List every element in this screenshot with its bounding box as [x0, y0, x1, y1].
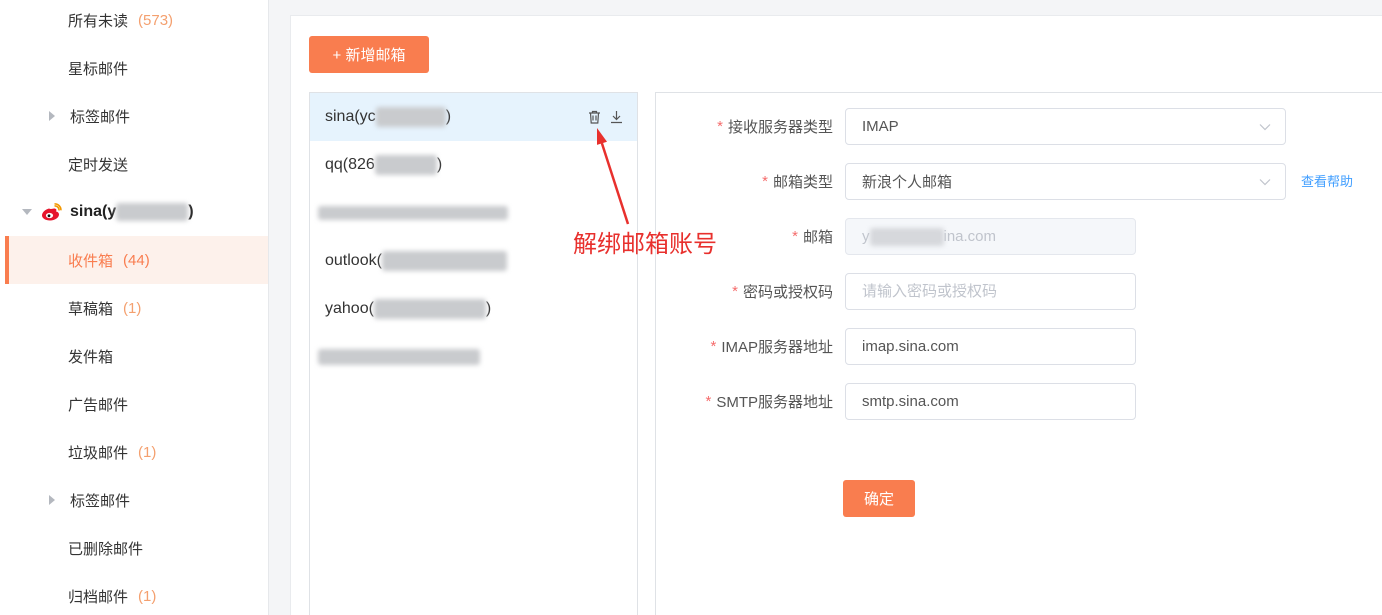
sidebar-item-label: 标签邮件 — [70, 108, 131, 126]
spam-count: (1) — [138, 443, 157, 461]
sidebar-list: 所有未读 (573) 星标邮件 标签邮件 定时发送 sina(y ) 收件箱 (… — [0, 0, 268, 615]
sidebar-item-scheduled[interactable]: 定时发送 — [0, 140, 268, 188]
account-name-suffix: ) — [436, 156, 443, 173]
account-name-prefix: yahoo( — [325, 300, 374, 317]
sidebar-item-spam[interactable]: 垃圾邮件 (1) — [0, 428, 268, 476]
sidebar-item-sent[interactable]: 发件箱 — [0, 332, 268, 380]
sidebar-item-label: 定时发送 — [68, 156, 129, 174]
sidebar-item-drafts[interactable]: 草稿箱 (1) — [0, 284, 268, 332]
account-name-prefix: sina(y — [70, 203, 117, 220]
required-mark: * — [717, 118, 723, 135]
required-mark: * — [705, 393, 712, 410]
caret-down-icon[interactable] — [22, 209, 32, 215]
account-item-sina[interactable]: sina(yc ) — [310, 93, 637, 141]
email-field: y ina.com — [845, 218, 1136, 255]
label-text: 邮箱 — [802, 229, 833, 246]
chevron-down-icon — [1259, 179, 1271, 186]
sidebar-item-label: 垃圾邮件 — [68, 444, 129, 462]
account-name-suffix: ) — [485, 300, 492, 317]
account-item-yahoo[interactable]: yahoo( ) — [310, 285, 637, 333]
trash-icon[interactable] — [588, 110, 601, 124]
redacted-blur — [375, 107, 446, 127]
sidebar-item-tags[interactable]: 标签邮件 — [0, 92, 268, 140]
sidebar-item-inbox[interactable]: 收件箱 (44) — [0, 236, 268, 284]
redacted-blur — [373, 299, 486, 319]
account-item-redacted[interactable] — [310, 333, 637, 381]
sidebar-item-label: 发件箱 — [68, 348, 114, 366]
label-text: 邮箱类型 — [772, 174, 833, 191]
redacted-blur — [374, 155, 437, 175]
sidebar-account-sina[interactable]: sina(y ) — [0, 188, 268, 236]
smtp-server-field[interactable] — [845, 383, 1136, 420]
account-name-suffix: ) — [188, 203, 194, 220]
select-value: IMAP — [862, 118, 899, 135]
sidebar-item-all-unread[interactable]: 所有未读 (573) — [0, 0, 268, 44]
help-link[interactable]: 查看帮助 — [1301, 173, 1353, 191]
redacted-blur — [318, 206, 508, 220]
required-mark: * — [762, 173, 768, 190]
add-mailbox-button[interactable]: + 新增邮箱 — [309, 36, 429, 73]
imap-server-label: * IMAP服务器地址 — [660, 328, 833, 365]
account-name-prefix: outlook( — [325, 252, 382, 269]
sidebar-item-label: 归档邮件 — [68, 588, 129, 606]
label-text: 密码或授权码 — [742, 284, 833, 301]
email-value-prefix: y — [862, 228, 870, 245]
redacted-blur — [318, 349, 480, 365]
receive-server-type-select[interactable]: IMAP — [845, 108, 1286, 145]
account-actions — [588, 110, 623, 124]
smtp-server-label: * SMTP服务器地址 — [660, 383, 833, 420]
sidebar-item-label: 草稿箱 — [68, 300, 114, 318]
sidebar-item-label: 星标邮件 — [68, 60, 129, 78]
required-mark: * — [710, 338, 717, 355]
password-label: * 密码或授权码 — [660, 273, 833, 310]
required-mark: * — [732, 283, 738, 300]
mailbox-type-select[interactable]: 新浪个人邮箱 — [845, 163, 1286, 200]
weibo-icon — [42, 203, 62, 221]
archived-count: (1) — [138, 587, 157, 605]
redacted-blur — [869, 227, 944, 246]
sidebar-item-label: 收件箱 — [68, 252, 114, 270]
required-mark: * — [792, 228, 798, 245]
receive-server-type-label: * 接收服务器类型 — [660, 108, 833, 145]
sidebar-item-ads[interactable]: 广告邮件 — [0, 380, 268, 428]
drafts-count: (1) — [123, 299, 142, 317]
redacted-blur — [116, 203, 189, 221]
chevron-down-icon — [1259, 124, 1271, 131]
redacted-blur — [381, 251, 507, 271]
mailbox-type-label: * 邮箱类型 — [660, 163, 833, 200]
label-text: IMAP服务器地址 — [721, 339, 833, 356]
caret-right-icon[interactable] — [49, 495, 55, 505]
inbox-count: (44) — [123, 251, 150, 269]
email-value-suffix: ina.com — [943, 228, 997, 245]
account-name-prefix: qq(826 — [325, 156, 375, 173]
sidebar-item-archived[interactable]: 归档邮件 (1) — [0, 572, 268, 615]
sidebar-item-label: 所有未读 — [68, 12, 129, 30]
select-value: 新浪个人邮箱 — [862, 174, 953, 191]
account-item-qq[interactable]: qq(826 ) — [310, 141, 637, 189]
sidebar-item-account-tags[interactable]: 标签邮件 — [0, 476, 268, 524]
label-text: SMTP服务器地址 — [716, 394, 833, 411]
caret-right-icon[interactable] — [49, 111, 55, 121]
unread-count: (573) — [138, 11, 174, 29]
password-field[interactable] — [845, 273, 1136, 310]
account-name-suffix: ) — [445, 108, 452, 125]
sidebar-item-starred[interactable]: 星标邮件 — [0, 44, 268, 92]
imap-server-field[interactable] — [845, 328, 1136, 365]
account-list: sina(yc ) qq(826 ) outlook( yahoo( ) — [309, 92, 638, 615]
label-text: 接收服务器类型 — [727, 119, 833, 136]
account-name-prefix: sina(yc — [325, 108, 376, 125]
sidebar: 所有未读 (573) 星标邮件 标签邮件 定时发送 sina(y ) 收件箱 (… — [0, 0, 269, 615]
sidebar-item-label: 已删除邮件 — [68, 540, 144, 558]
download-icon[interactable] — [610, 110, 623, 124]
sidebar-item-label: 标签邮件 — [70, 492, 131, 510]
sidebar-item-deleted[interactable]: 已删除邮件 — [0, 524, 268, 572]
annotation-label: 解绑邮箱账号 — [573, 231, 717, 258]
confirm-button[interactable]: 确定 — [843, 480, 915, 517]
sidebar-item-label: 广告邮件 — [68, 396, 129, 414]
